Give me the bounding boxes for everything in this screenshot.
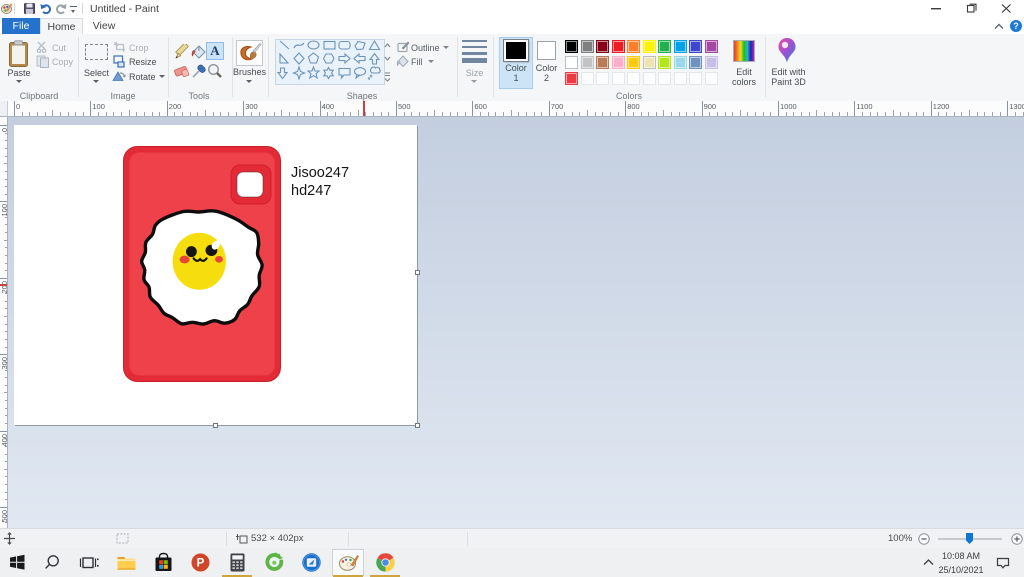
svg-text:P: P: [197, 558, 205, 570]
